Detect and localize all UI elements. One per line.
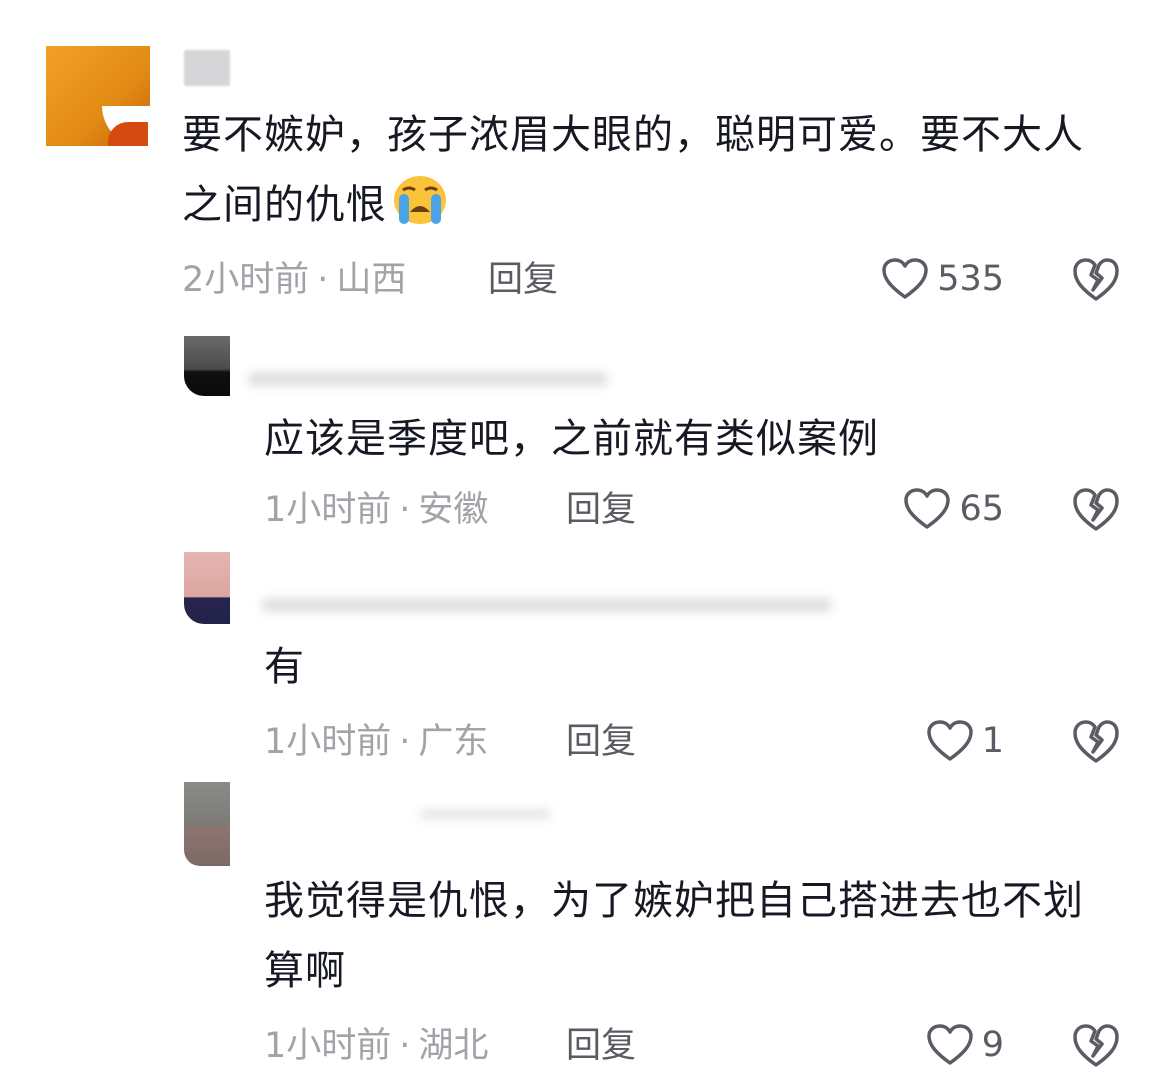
reply-comment-2: 有 1小时前 · 广东 回复 1	[0, 550, 1170, 780]
like-count: 65	[959, 489, 1004, 529]
reply-comment-1: 应该是季度吧，之前就有类似案例 1小时前 · 安徽 回复 65	[0, 320, 1170, 550]
avatar[interactable]	[184, 552, 230, 624]
comment-meta: 1小时前 · 广东	[264, 722, 489, 762]
comment-1: 要不嫉妒，孩子浓眉大眼的，聪明可爱。要不大人之间的仇恨 2小时前 · 山西 回复 5…	[0, 0, 1170, 320]
comment-text: 有	[264, 644, 305, 690]
reply-button[interactable]: 回复	[566, 1024, 636, 1068]
like-count: 535	[937, 259, 1004, 299]
avatar[interactable]	[46, 46, 150, 146]
comment-text: 要不嫉妒，孩子浓眉大眼的，聪明可爱。要不大人之间的仇恨	[182, 112, 1084, 228]
like-count: 1	[981, 721, 1004, 761]
reply-button[interactable]: 回复	[566, 488, 636, 532]
comment-text: 应该是季度吧，之前就有类似案例	[264, 416, 879, 462]
like-button[interactable]: 1	[864, 716, 1004, 766]
username[interactable]	[420, 810, 550, 818]
like-count: 9	[981, 1025, 1004, 1065]
broken-heart-icon[interactable]	[1072, 256, 1120, 304]
reply-button[interactable]: 回复	[488, 258, 558, 302]
username[interactable]	[184, 50, 230, 86]
broken-heart-icon[interactable]	[1072, 1022, 1120, 1070]
username[interactable]	[262, 598, 832, 612]
loudly-crying-face-icon	[394, 176, 446, 224]
reply-comment-3: 我觉得是仇恨，为了嫉妒把自己搭进去也不划算啊 1小时前 · 湖北 回复 9	[0, 780, 1170, 1084]
heart-outline-icon	[882, 258, 928, 299]
broken-heart-icon[interactable]	[1072, 486, 1120, 534]
heart-outline-icon	[926, 720, 973, 761]
broken-heart-icon[interactable]	[1072, 718, 1120, 766]
like-button[interactable]: 535	[864, 254, 1004, 304]
comment-text: 我觉得是仇恨，为了嫉妒把自己搭进去也不划算啊	[264, 878, 1084, 994]
avatar[interactable]	[184, 782, 230, 866]
comment-meta: 2小时前 · 山西	[182, 260, 407, 300]
reply-button[interactable]: 回复	[566, 720, 636, 764]
comment-meta: 1小时前 · 湖北	[264, 1026, 489, 1066]
username[interactable]	[248, 372, 608, 386]
comment-meta: 1小时前 · 安徽	[264, 490, 489, 530]
like-button[interactable]: 65	[864, 484, 1004, 534]
heart-outline-icon	[904, 488, 951, 529]
like-button[interactable]: 9	[864, 1020, 1004, 1070]
avatar[interactable]	[184, 336, 230, 396]
heart-outline-icon	[926, 1024, 973, 1065]
